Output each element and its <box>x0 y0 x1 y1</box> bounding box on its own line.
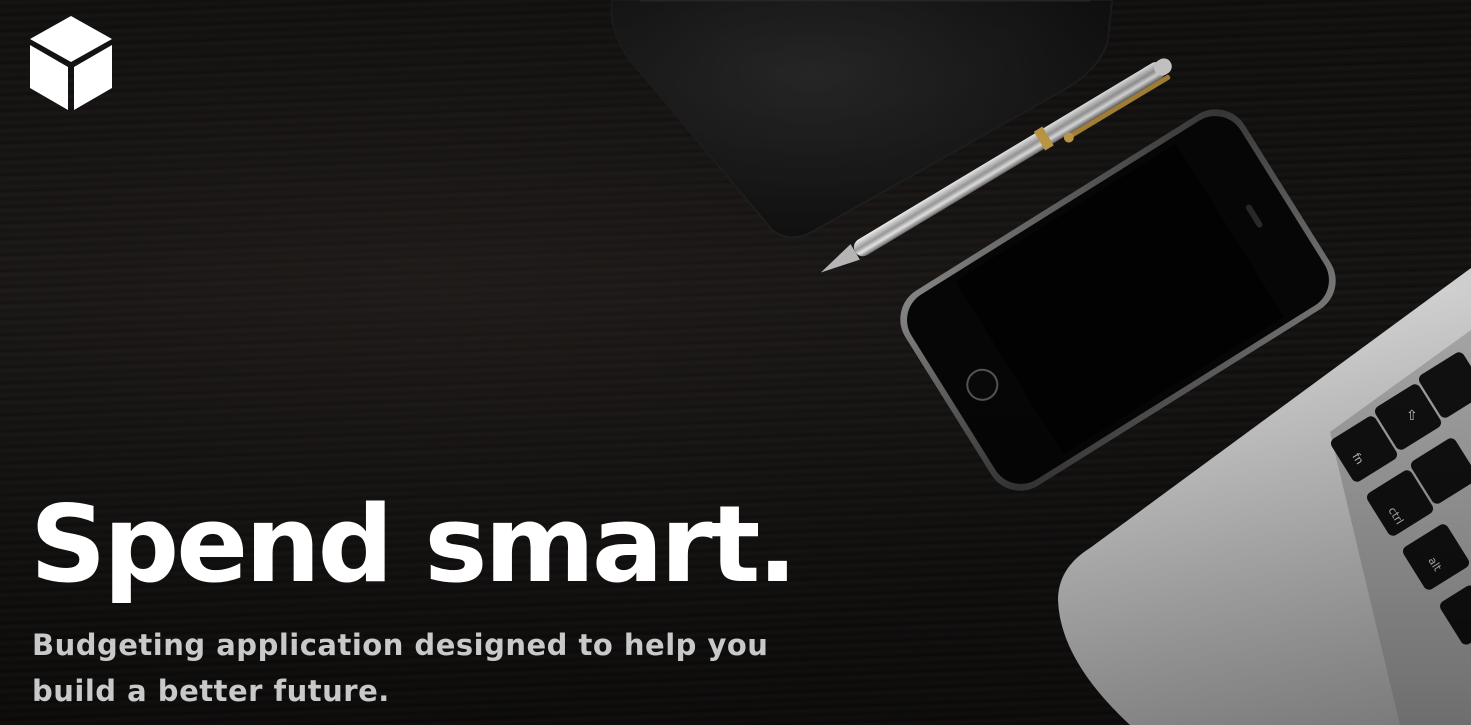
tagline-line-2: build a better future. <box>32 674 390 708</box>
svg-text:⇧: ⇧ <box>1406 408 1418 424</box>
hero-banner: fn ctrl ⇧ alt Spend smart. Budgeting app… <box>0 0 1471 725</box>
tagline: Budgeting application designed to help y… <box>32 622 812 714</box>
notebook <box>610 0 1114 239</box>
page-title: Spend smart. <box>30 483 798 606</box>
desk-photo: fn ctrl ⇧ alt <box>610 0 1471 725</box>
cube-icon[interactable] <box>28 14 114 112</box>
tagline-line-1: Budgeting application designed to help y… <box>32 628 769 662</box>
